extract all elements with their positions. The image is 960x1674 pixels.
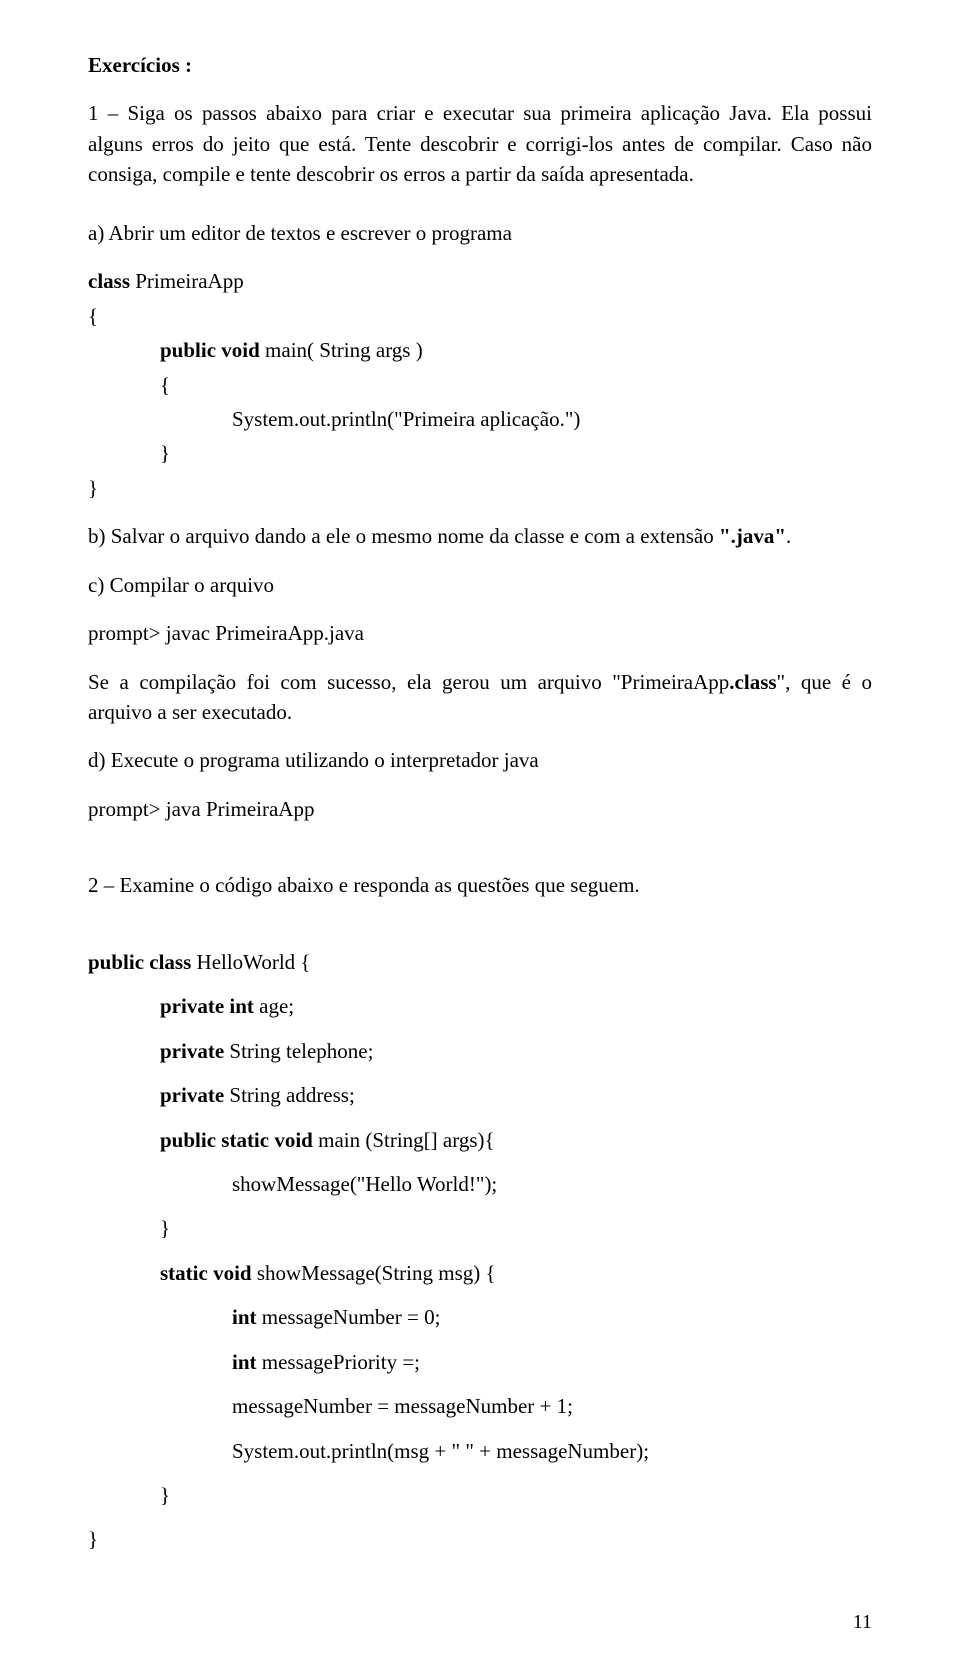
compile-command: prompt> javac PrimeiraApp.java bbox=[88, 618, 872, 648]
code-line: } bbox=[88, 473, 872, 503]
code-line: { bbox=[88, 370, 872, 400]
step-b: b) Salvar o arquivo dando a ele o mesmo … bbox=[88, 521, 872, 551]
code-line: { bbox=[88, 301, 872, 331]
keyword: private int bbox=[160, 994, 259, 1018]
code-line: } bbox=[88, 438, 872, 468]
keyword: private bbox=[160, 1039, 229, 1063]
code-line: } bbox=[88, 1213, 872, 1243]
code-line: int messagePriority =; bbox=[88, 1347, 872, 1377]
code-text: messagePriority =; bbox=[262, 1350, 420, 1374]
text: Se a compilação foi com sucesso, ela ger… bbox=[88, 670, 729, 694]
keyword-public-void: public void bbox=[160, 338, 265, 362]
code-line: public class HelloWorld { bbox=[88, 947, 872, 977]
code-line: public void main( String args ) bbox=[88, 335, 872, 365]
keyword: public class bbox=[88, 950, 197, 974]
section-title: Exercícios : bbox=[88, 50, 872, 80]
code-line: System.out.println("Primeira aplicação."… bbox=[88, 404, 872, 434]
code-text: showMessage(String msg) { bbox=[257, 1261, 496, 1285]
step-a: a) Abrir um editor de textos e escrever … bbox=[88, 218, 872, 248]
code-line: private String telephone; bbox=[88, 1036, 872, 1066]
code-line: class PrimeiraApp bbox=[88, 266, 872, 296]
code-text: messageNumber = 0; bbox=[262, 1305, 441, 1329]
code-line: messageNumber = messageNumber + 1; bbox=[88, 1391, 872, 1421]
exercise-2-text: 2 – Examine o código abaixo e responda a… bbox=[88, 870, 872, 900]
keyword: static void bbox=[160, 1261, 257, 1285]
step-c: c) Compilar o arquivo bbox=[88, 570, 872, 600]
text: b) Salvar o arquivo dando a ele o mesmo … bbox=[88, 524, 719, 548]
run-command: prompt> java PrimeiraApp bbox=[88, 794, 872, 824]
code-line: System.out.println(msg + " " + messageNu… bbox=[88, 1436, 872, 1466]
code-line: showMessage("Hello World!"); bbox=[88, 1169, 872, 1199]
extension-java: ".java" bbox=[719, 524, 786, 548]
keyword: int bbox=[232, 1305, 262, 1329]
step-d: d) Execute o programa utilizando o inter… bbox=[88, 745, 872, 775]
page-number: 11 bbox=[853, 1611, 872, 1634]
code-line: } bbox=[88, 1524, 872, 1554]
code-text: PrimeiraApp bbox=[135, 269, 243, 293]
keyword: public static void bbox=[160, 1128, 318, 1152]
code-text: age; bbox=[259, 994, 294, 1018]
page-content: Exercícios : 1 – Siga os passos abaixo p… bbox=[0, 0, 960, 1599]
keyword: private bbox=[160, 1083, 229, 1107]
code-line: public static void main (String[] args){ bbox=[88, 1125, 872, 1155]
code-line: private String address; bbox=[88, 1080, 872, 1110]
code-text: main( String args ) bbox=[265, 338, 423, 362]
code-line: private int age; bbox=[88, 991, 872, 1021]
text: . bbox=[786, 524, 791, 548]
step-c-result: Se a compilação foi com sucesso, ela ger… bbox=[88, 667, 872, 728]
code-text: HelloWorld { bbox=[197, 950, 311, 974]
code-line: static void showMessage(String msg) { bbox=[88, 1258, 872, 1288]
code-text: String address; bbox=[229, 1083, 354, 1107]
keyword-class: class bbox=[88, 269, 135, 293]
code-text: main (String[] args){ bbox=[318, 1128, 495, 1152]
keyword: int bbox=[232, 1350, 262, 1374]
code-line: } bbox=[88, 1480, 872, 1510]
exercise-1-text: 1 – Siga os passos abaixo para criar e e… bbox=[88, 98, 872, 189]
extension-class: .class bbox=[729, 670, 776, 694]
code-text: String telephone; bbox=[229, 1039, 373, 1063]
code-line: int messageNumber = 0; bbox=[88, 1302, 872, 1332]
